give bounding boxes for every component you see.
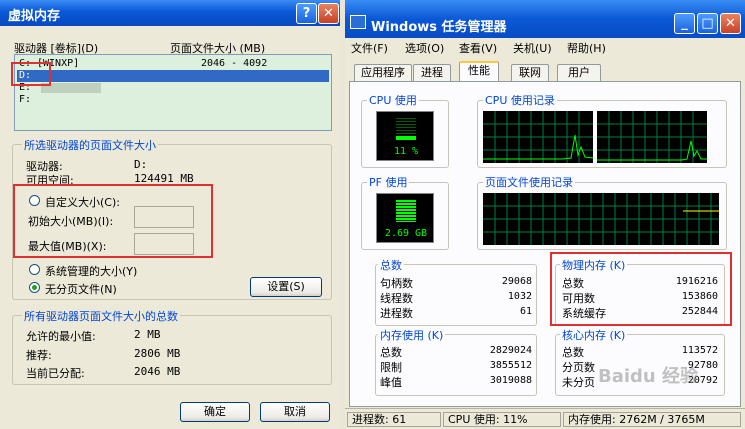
cpu-meter-fill xyxy=(396,136,416,140)
task-manager-app-icon xyxy=(350,15,366,29)
processes-label: 进程数 xyxy=(380,307,413,320)
handles-value: 29068 xyxy=(501,276,532,287)
menu-file[interactable]: 文件(F) xyxy=(351,40,388,56)
tm-title-bar[interactable]: Windows 任务管理器 _ □ ✕ xyxy=(345,0,745,42)
tm-title: Windows 任务管理器 xyxy=(371,20,507,35)
drive-value: D: xyxy=(134,158,148,171)
processes-value: 61 xyxy=(519,306,532,317)
cancel-button[interactable]: 取消 xyxy=(260,402,330,422)
pf-usage-meter: 2.69 GB xyxy=(376,193,434,243)
menu-shutdown[interactable]: 关机(U) xyxy=(513,40,552,56)
maximize-button[interactable]: □ xyxy=(697,13,718,34)
threads-value: 1032 xyxy=(507,291,532,302)
totals-title: 总数 xyxy=(378,257,404,273)
kernel-paged-label: 分页数 xyxy=(562,361,595,374)
tab-applications[interactable]: 应用程序 xyxy=(354,64,412,81)
pf-usage-value: 2.69 GB xyxy=(384,228,428,239)
commit-limit-label: 限制 xyxy=(380,361,402,374)
handles-label: 句柄数 xyxy=(380,277,413,290)
commit-peak-label: 峰值 xyxy=(380,376,402,389)
drive-row-c[interactable]: C: [WINXP] 2046 - 4092 xyxy=(17,58,329,70)
performance-panel: CPU 使用 11 % CPU 使用记录 PF 使用 2.69 GB 页面文件使… xyxy=(349,81,741,407)
status-cpu: CPU 使用: 11% xyxy=(443,412,561,427)
drive-row-e[interactable]: E: xyxy=(17,82,329,94)
status-bar: 进程数: 61 CPU 使用: 11% 内存使用: 2762M / 3765M xyxy=(345,408,745,429)
no-paging-file-radio[interactable] xyxy=(29,282,40,293)
tab-performance[interactable]: 性能 xyxy=(459,61,499,82)
vm-title-bar[interactable]: 虚拟内存 ? ✕ xyxy=(0,0,340,26)
virtual-memory-dialog: 虚拟内存 ? ✕ 驱动器 [卷标](D) 页面文件大小 (MB) C: [WIN… xyxy=(0,0,340,429)
recommended-value: 2806 MB xyxy=(134,347,181,360)
cpu-history-graph-2 xyxy=(597,111,707,163)
set-button[interactable]: 设置(S) xyxy=(250,277,322,297)
kernel-total-label: 总数 xyxy=(562,346,584,359)
menu-view[interactable]: 查看(V) xyxy=(459,40,497,56)
kernel-total-value: 113572 xyxy=(681,345,718,356)
min-allowed-value: 2 MB xyxy=(134,328,161,341)
pf-usage-title: PF 使用 xyxy=(367,174,410,190)
system-managed-label: 系统管理的大小(Y) xyxy=(45,265,138,278)
commit-limit-value: 3855512 xyxy=(489,360,532,371)
highlight-box-drive xyxy=(11,62,51,86)
total-size-group-title: 所有驱动器页面文件大小的总数 xyxy=(22,308,180,324)
vm-close-button[interactable]: ✕ xyxy=(318,3,339,24)
commit-charge-title: 内存使用 (K) xyxy=(378,327,446,343)
tab-users[interactable]: 用户 xyxy=(557,64,601,81)
recommended-label: 推荐: xyxy=(26,349,52,362)
menu-options[interactable]: 选项(O) xyxy=(405,40,444,56)
tm-close-button[interactable]: ✕ xyxy=(720,13,741,34)
highlight-box-custom xyxy=(13,184,213,258)
pf-meter-fill xyxy=(396,200,416,222)
cpu-usage-title: CPU 使用 xyxy=(367,92,419,108)
watermark-logo: Baidu 经验 xyxy=(598,366,699,387)
currently-allocated-label: 当前已分配: xyxy=(26,367,85,380)
drive-list[interactable]: C: [WINXP] 2046 - 4092 D: E: F: xyxy=(14,54,332,131)
commit-peak-value: 3019088 xyxy=(489,375,532,386)
ok-button[interactable]: 确定 xyxy=(180,402,250,422)
pf-history-graph xyxy=(483,193,719,245)
tab-networking[interactable]: 联网 xyxy=(511,64,549,81)
no-paging-file-label: 无分页文件(N) xyxy=(45,283,117,296)
vm-title: 虚拟内存 xyxy=(8,9,61,24)
min-allowed-label: 允许的最小值: xyxy=(26,330,96,343)
menu-bar: 文件(F) 选项(O) 查看(V) 关机(U) 帮助(H) xyxy=(345,38,745,56)
commit-total-label: 总数 xyxy=(380,346,402,359)
cpu-usage-meter: 11 % xyxy=(376,111,434,161)
threads-label: 线程数 xyxy=(380,292,413,305)
task-manager-window: Windows 任务管理器 _ □ ✕ 文件(F) 选项(O) 查看(V) 关机… xyxy=(345,0,745,429)
status-memory: 内存使用: 2762M / 3765M xyxy=(563,412,741,427)
kernel-nonpaged-label: 未分页 xyxy=(562,376,595,389)
highlight-box-physical xyxy=(550,252,732,326)
kernel-memory-title: 核心内存 (K) xyxy=(560,327,628,343)
minimize-button[interactable]: _ xyxy=(674,13,695,34)
cpu-history-title: CPU 使用记录 xyxy=(483,92,557,108)
status-processes: 进程数: 61 xyxy=(347,412,441,427)
pf-history-title: 页面文件使用记录 xyxy=(483,174,575,190)
commit-total-value: 2829024 xyxy=(489,345,532,356)
drive-row-f[interactable]: F: xyxy=(17,94,329,106)
help-button[interactable]: ? xyxy=(296,3,317,24)
selected-drive-group-title: 所选驱动器的页面文件大小 xyxy=(22,137,158,153)
menu-help[interactable]: 帮助(H) xyxy=(567,40,606,56)
system-managed-radio[interactable] xyxy=(29,264,40,275)
drive-row-d[interactable]: D: xyxy=(17,70,329,82)
cpu-history-graph-1 xyxy=(483,111,593,163)
currently-allocated-value: 2046 MB xyxy=(134,365,181,378)
tab-processes[interactable]: 进程 xyxy=(413,64,451,81)
cpu-usage-value: 11 % xyxy=(393,146,419,157)
